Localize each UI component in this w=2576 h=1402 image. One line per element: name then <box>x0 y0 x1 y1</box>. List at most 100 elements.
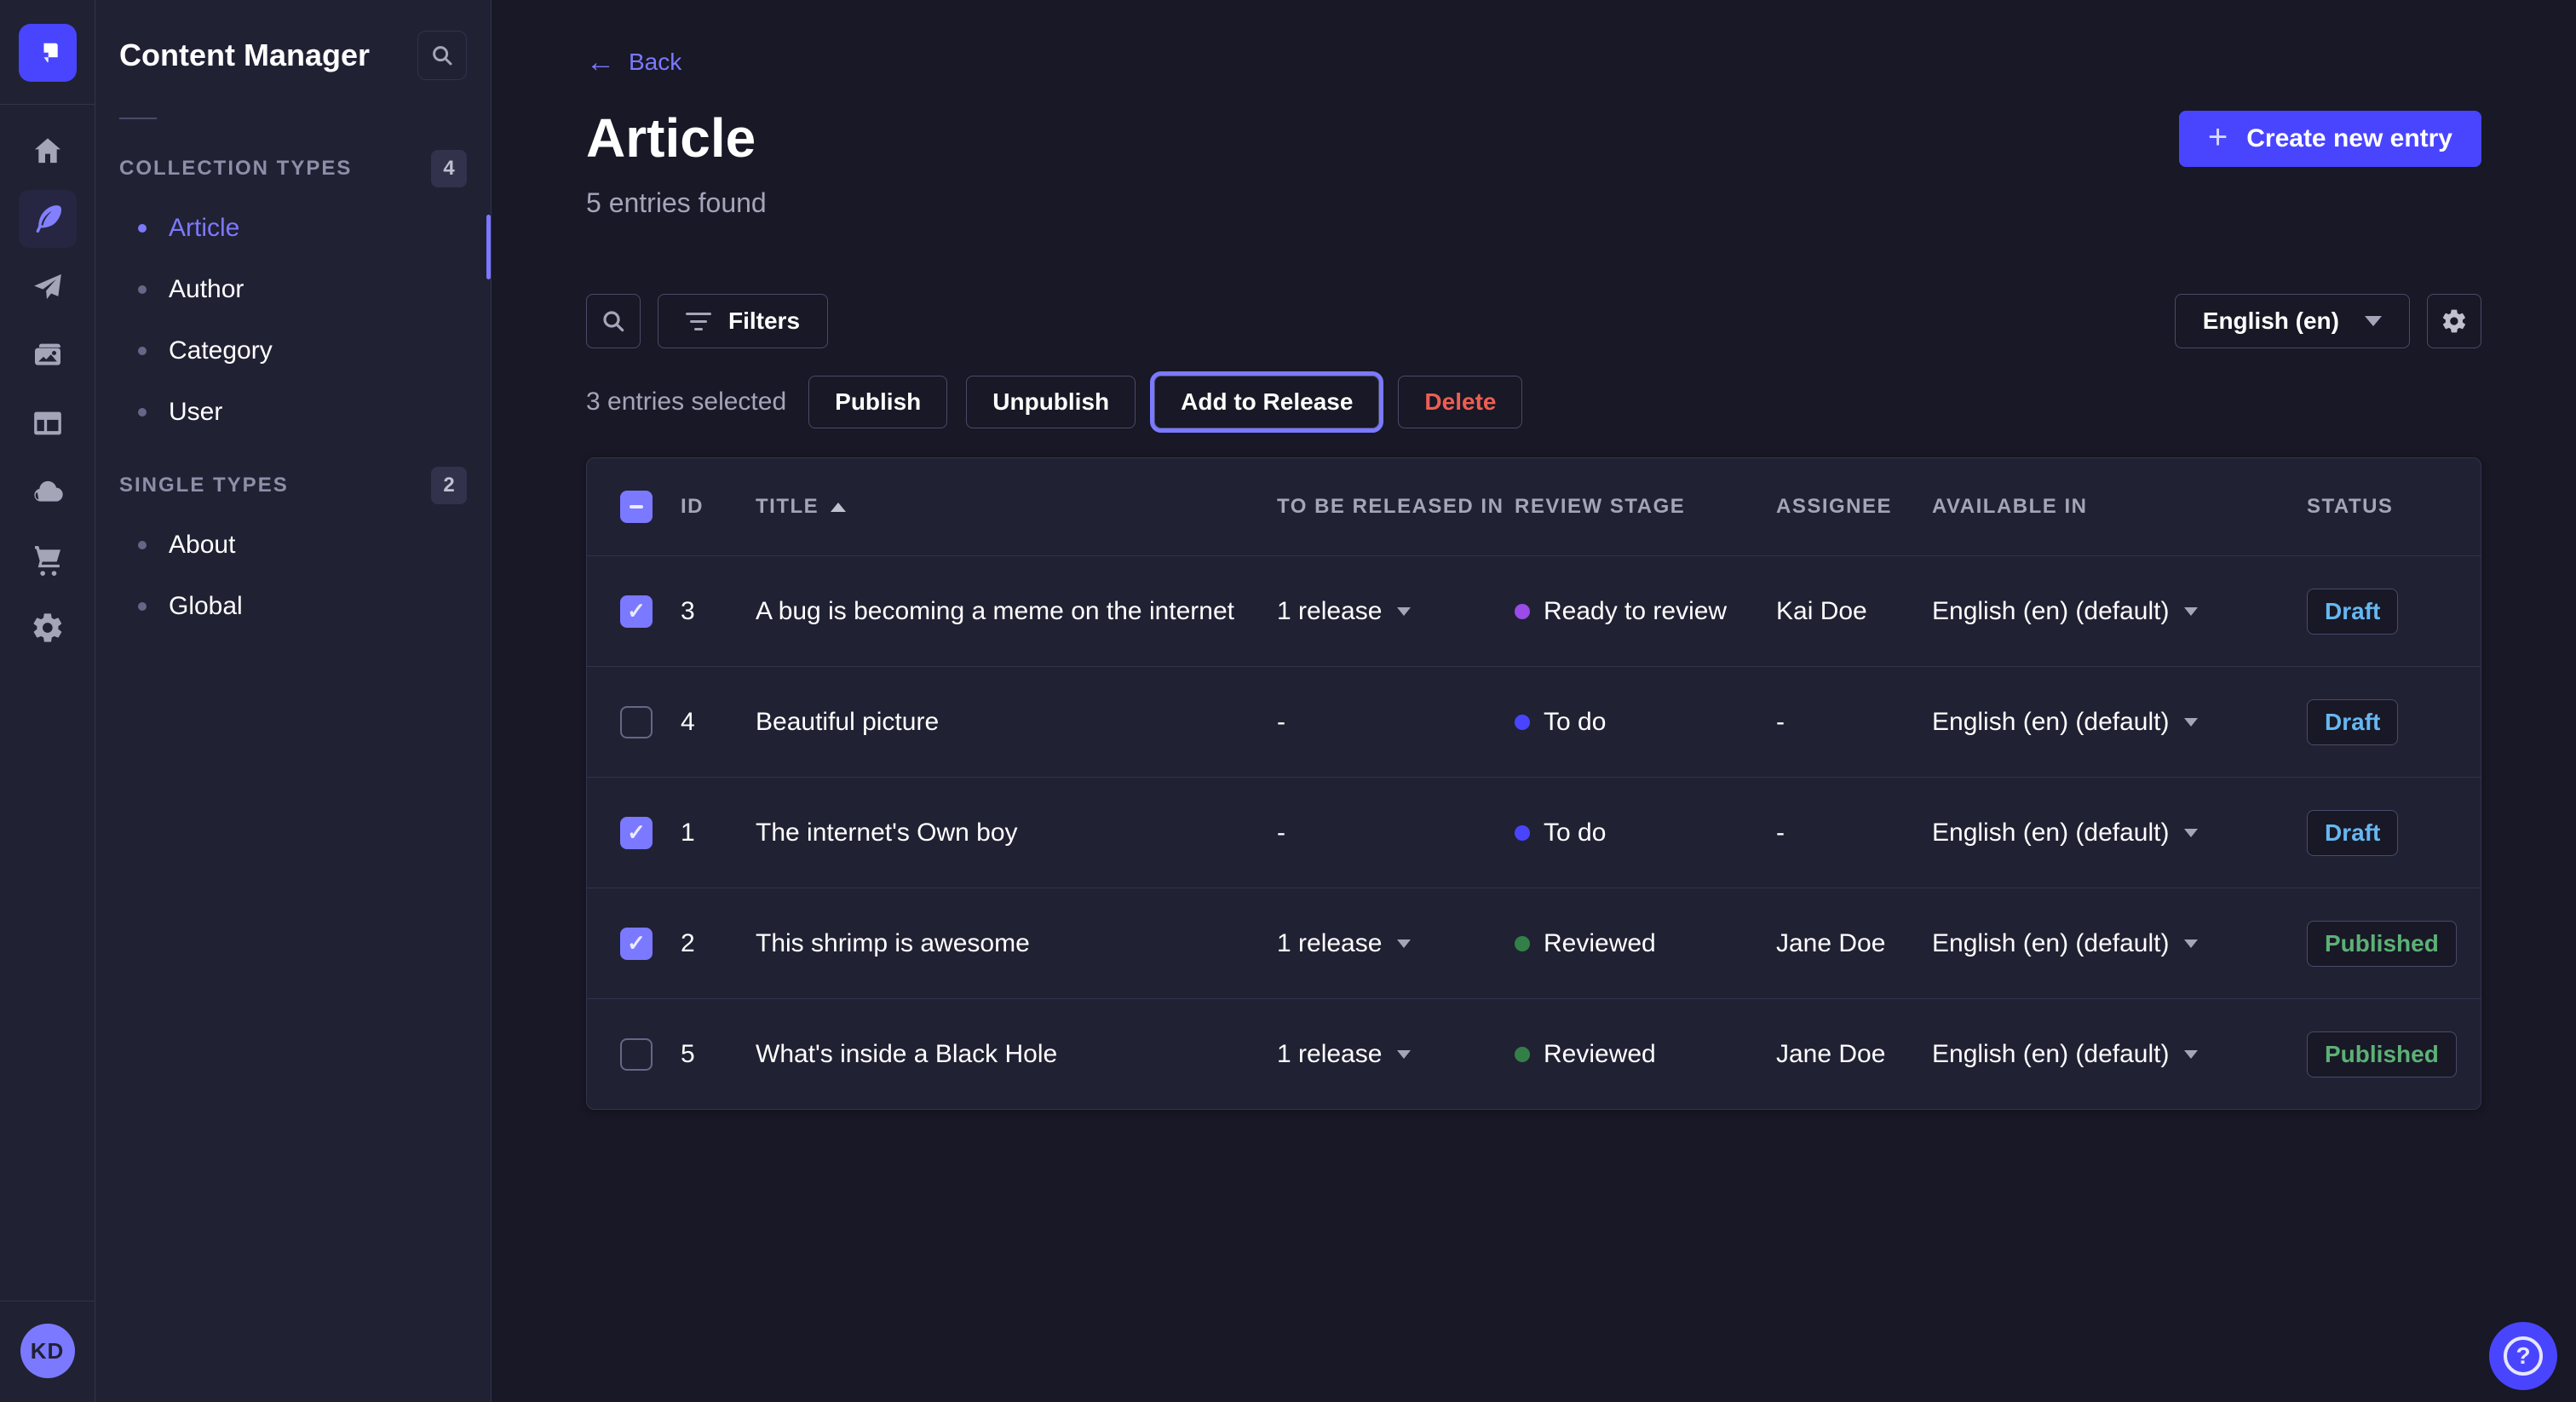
unpublish-button[interactable]: Unpublish <box>966 376 1136 428</box>
row-checkbox[interactable] <box>620 817 653 849</box>
cloud-icon[interactable] <box>19 463 77 520</box>
cell-assignee: - <box>1776 819 1932 848</box>
cell-review-stage: Ready to review <box>1544 597 1727 626</box>
column-header-id[interactable]: ID <box>681 495 756 519</box>
back-link[interactable]: ← Back <box>586 48 681 77</box>
review-stage-dot <box>1515 715 1530 730</box>
cell-release-value[interactable]: 1 release <box>1277 929 1382 958</box>
media-library-icon[interactable] <box>19 326 77 384</box>
cell-id: 5 <box>681 1040 756 1069</box>
content-type-builder-icon[interactable] <box>19 394 77 452</box>
locales-chevron-down-icon[interactable] <box>2184 1050 2198 1059</box>
row-checkbox[interactable] <box>620 1038 653 1071</box>
filters-label: Filters <box>728 307 800 335</box>
gear-icon <box>2441 307 2468 335</box>
row-checkbox[interactable] <box>620 595 653 628</box>
filters-button[interactable]: Filters <box>658 294 828 348</box>
cell-review-stage: To do <box>1544 708 1606 737</box>
strapi-logo[interactable] <box>19 24 77 82</box>
sidebar-item-label: Category <box>169 336 273 365</box>
add-to-release-button[interactable]: Add to Release <box>1154 376 1379 428</box>
column-header-review-stage: REVIEW STAGE <box>1515 495 1776 519</box>
sidebar-item-category[interactable]: Category <box>119 320 467 382</box>
settings-icon[interactable] <box>19 599 77 657</box>
cell-assignee: - <box>1776 708 1932 737</box>
table-row[interactable]: 5 What's inside a Black Hole 1 release R… <box>587 998 2481 1109</box>
column-header-title[interactable]: TITLE <box>756 495 1277 519</box>
locale-select[interactable]: English (en) <box>2175 294 2410 348</box>
cell-id: 1 <box>681 819 756 848</box>
release-chevron-down-icon[interactable] <box>1397 939 1411 948</box>
cell-title: Beautiful picture <box>756 708 1277 737</box>
locales-chevron-down-icon[interactable] <box>2184 718 2198 727</box>
table-row[interactable]: 3 A bug is becoming a meme on the intern… <box>587 555 2481 666</box>
sidebar-search-button[interactable] <box>417 31 467 80</box>
back-arrow-icon: ← <box>586 48 615 77</box>
publish-button[interactable]: Publish <box>808 376 947 428</box>
column-header-available-in: AVAILABLE IN <box>1932 495 2307 519</box>
cell-title: What's inside a Black Hole <box>756 1040 1277 1069</box>
sort-ascending-icon <box>831 503 846 512</box>
chevron-down-icon <box>2365 316 2382 326</box>
row-checkbox[interactable] <box>620 706 653 738</box>
main-content: ← Back Article 5 entries found + Create … <box>492 0 2576 1402</box>
locales-chevron-down-icon[interactable] <box>2184 607 2198 616</box>
row-checkbox[interactable] <box>620 928 653 960</box>
rail-bottom: KD <box>0 1301 95 1402</box>
view-settings-button[interactable] <box>2427 294 2481 348</box>
page-title: Article <box>586 111 767 165</box>
home-icon[interactable] <box>19 122 77 180</box>
sidebar-item-about[interactable]: About <box>119 514 467 576</box>
cell-release-value[interactable]: 1 release <box>1277 1040 1382 1069</box>
release-chevron-down-icon[interactable] <box>1397 607 1411 616</box>
active-item-indicator <box>486 215 491 279</box>
select-all-checkbox[interactable] <box>620 491 653 523</box>
user-avatar[interactable]: KD <box>20 1324 75 1378</box>
section-label-single-types: SINGLE TYPES <box>119 474 289 497</box>
content-manager-icon[interactable] <box>19 190 77 248</box>
cell-assignee: Jane Doe <box>1776 1040 1932 1069</box>
filter-icon <box>686 313 711 330</box>
rail-nav <box>19 122 77 657</box>
cell-review-stage: Reviewed <box>1544 1040 1656 1069</box>
sidebar-item-label: Author <box>169 275 244 304</box>
cell-release-value[interactable]: - <box>1277 819 1285 848</box>
review-stage-dot <box>1515 1047 1530 1062</box>
status-badge: Draft <box>2307 810 2398 856</box>
cell-release-value[interactable]: 1 release <box>1277 597 1382 626</box>
locales-chevron-down-icon[interactable] <box>2184 939 2198 948</box>
sidebar-item-user[interactable]: User <box>119 382 467 443</box>
table-header-row: ID TITLE TO BE RELEASED IN REVIEW STAGE … <box>587 458 2481 555</box>
status-badge: Published <box>2307 1031 2457 1077</box>
cell-available-in: English (en) (default) <box>1932 819 2169 848</box>
table-row[interactable]: 2 This shrimp is awesome 1 release Revie… <box>587 888 2481 998</box>
entries-count: 5 entries found <box>586 187 767 219</box>
sidebar-item-label: Article <box>169 214 239 243</box>
status-badge: Draft <box>2307 699 2398 745</box>
help-button[interactable]: ? <box>2489 1322 2557 1390</box>
create-new-entry-button[interactable]: + Create new entry <box>2179 111 2481 167</box>
bullet-icon <box>138 224 147 233</box>
sidebar-item-author[interactable]: Author <box>119 259 467 320</box>
cell-available-in: English (en) (default) <box>1932 597 2169 626</box>
releases-icon[interactable] <box>19 258 77 316</box>
locales-chevron-down-icon[interactable] <box>2184 829 2198 837</box>
release-chevron-down-icon[interactable] <box>1397 1050 1411 1059</box>
create-new-entry-label: Create new entry <box>2246 124 2452 153</box>
table-row[interactable]: 1 The internet's Own boy - To do - Engli… <box>587 777 2481 888</box>
delete-button[interactable]: Delete <box>1398 376 1522 428</box>
collection-types-list: Article Author Category User <box>119 198 467 443</box>
sidebar-item-global[interactable]: Global <box>119 576 467 637</box>
sidebar-item-article[interactable]: Article <box>119 198 467 259</box>
review-stage-dot <box>1515 936 1530 951</box>
bullet-icon <box>138 602 147 611</box>
single-types-count-badge: 2 <box>431 467 467 504</box>
cell-available-in: English (en) (default) <box>1932 929 2169 958</box>
table-body: 3 A bug is becoming a meme on the intern… <box>587 555 2481 1109</box>
column-header-to-be-released-in: TO BE RELEASED IN <box>1277 495 1515 519</box>
cell-release-value[interactable]: - <box>1277 708 1285 737</box>
table-row[interactable]: 4 Beautiful picture - To do - English (e… <box>587 666 2481 777</box>
marketplace-icon[interactable] <box>19 531 77 589</box>
search-button[interactable] <box>586 294 641 348</box>
cell-id: 4 <box>681 708 756 737</box>
